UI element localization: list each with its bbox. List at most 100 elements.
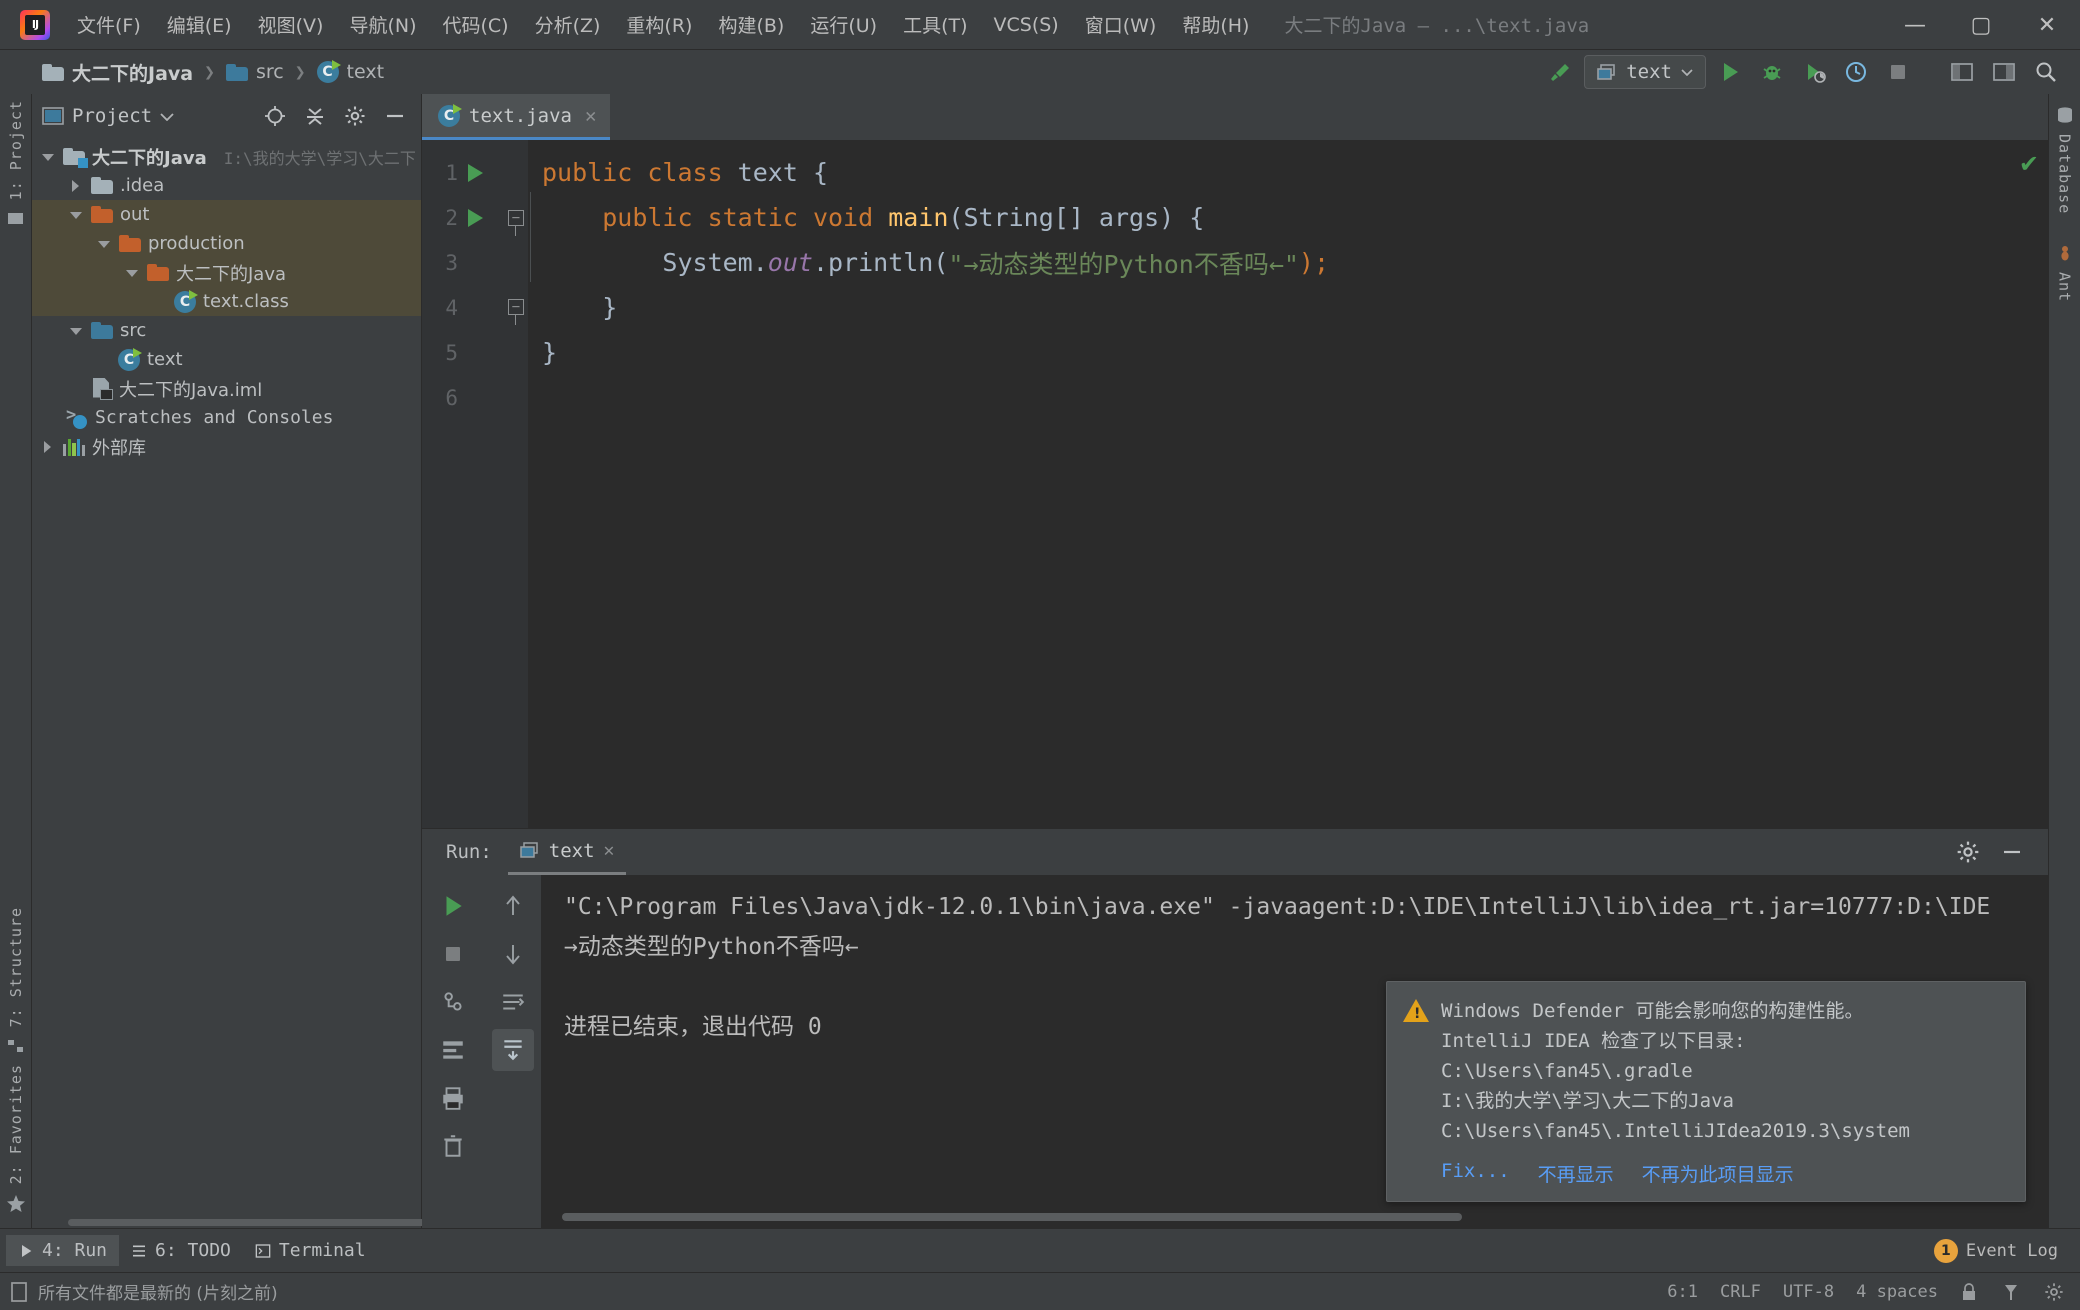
- minimize-button[interactable]: —: [1882, 0, 1948, 50]
- tree-node-project-root[interactable]: 大二下的Java I:\我的大学\学习\大二下的J: [32, 142, 421, 171]
- console-hscrollbar[interactable]: [542, 1210, 2048, 1222]
- menu-edit[interactable]: 编辑(E): [154, 5, 245, 44]
- code-lines[interactable]: public class text { public static void m…: [528, 140, 2016, 828]
- run-gutter-icon[interactable]: [468, 164, 483, 182]
- collapse-all-icon[interactable]: [299, 101, 331, 131]
- tree-node-out[interactable]: out: [32, 200, 421, 229]
- scroll-down-icon[interactable]: [492, 933, 534, 975]
- chevron-down-icon[interactable]: [124, 265, 140, 281]
- code-editor[interactable]: 1 2 − 3 4 − 5: [422, 140, 2048, 828]
- tree-node-external-libraries[interactable]: 外部库: [32, 432, 421, 461]
- preview-icon[interactable]: [1986, 55, 2022, 89]
- close-icon[interactable]: ✕: [604, 840, 615, 861]
- menu-help[interactable]: 帮助(H): [1169, 5, 1262, 44]
- restore-layout-icon[interactable]: [432, 1029, 474, 1071]
- run-with-coverage-icon[interactable]: [1796, 55, 1832, 89]
- event-log-label[interactable]: Event Log: [1966, 1241, 2058, 1261]
- close-button[interactable]: ✕: [2014, 0, 2080, 50]
- menu-file[interactable]: 文件(F): [64, 5, 154, 44]
- stop-icon[interactable]: [432, 933, 474, 975]
- dont-show-again-link[interactable]: 不再显示: [1538, 1160, 1614, 1187]
- menu-window[interactable]: 窗口(W): [1072, 5, 1170, 44]
- tree-node-idea[interactable]: .idea: [32, 171, 421, 200]
- toolwindow-todo[interactable]: 6: TODO: [119, 1235, 243, 1266]
- menu-code[interactable]: 代码(C): [429, 5, 521, 44]
- menu-run[interactable]: 运行(U): [797, 5, 890, 44]
- dump-threads-icon[interactable]: [432, 981, 474, 1023]
- breadcrumb-item-src[interactable]: src: [218, 58, 292, 86]
- menu-tools[interactable]: 工具(T): [890, 5, 980, 44]
- rerun-icon[interactable]: [432, 885, 474, 927]
- run-tab-text[interactable]: text ✕: [508, 829, 627, 875]
- toolwindow-run[interactable]: 4: Run: [6, 1235, 119, 1266]
- lock-icon[interactable]: [1960, 1282, 1980, 1302]
- tree-node-src[interactable]: src: [32, 316, 421, 345]
- debug-icon[interactable]: [1754, 55, 1790, 89]
- settings-icon[interactable]: [2044, 1282, 2064, 1302]
- settings-gear-icon[interactable]: [1952, 837, 1984, 867]
- locate-icon[interactable]: [259, 101, 291, 131]
- caret-position[interactable]: 6:1: [1667, 1282, 1698, 1302]
- chevron-down-icon[interactable]: [96, 236, 112, 252]
- file-encoding[interactable]: UTF-8: [1783, 1282, 1834, 1302]
- chevron-down-icon[interactable]: [160, 112, 174, 121]
- project-tree-hscrollbar[interactable]: [32, 1216, 421, 1228]
- print-icon[interactable]: [432, 1077, 474, 1119]
- close-icon[interactable]: ✕: [585, 105, 596, 127]
- scroll-to-end-icon[interactable]: [492, 1029, 534, 1071]
- project-tree[interactable]: 大二下的Java I:\我的大学\学习\大二下的J .idea out: [32, 138, 421, 1216]
- menu-analyze[interactable]: 分析(Z): [522, 5, 614, 44]
- inspection-status-icon[interactable]: ✔: [2019, 150, 2039, 178]
- inspection-icon[interactable]: [2002, 1282, 2022, 1302]
- layout-icon[interactable]: [1944, 55, 1980, 89]
- tab-text-java[interactable]: text.java ✕: [422, 94, 610, 140]
- breadcrumb: 大二下的Java ❯ src ❯ text: [34, 56, 392, 89]
- sidebar-item-favorites[interactable]: 2: Favorites: [7, 1064, 25, 1184]
- sidebar-item-ant[interactable]: Ant: [2056, 272, 2074, 302]
- toolwindow-terminal[interactable]: Terminal: [243, 1235, 378, 1266]
- chevron-down-icon[interactable]: [68, 323, 84, 339]
- dont-show-for-project-link[interactable]: 不再为此项目显示: [1642, 1160, 1794, 1187]
- run-gutter-icon[interactable]: [468, 209, 483, 227]
- line-separator[interactable]: CRLF: [1720, 1282, 1761, 1302]
- breadcrumb-item-text[interactable]: text: [309, 58, 393, 86]
- menu-navigate[interactable]: 导航(N): [336, 5, 429, 44]
- build-hammer-icon[interactable]: [1542, 55, 1578, 89]
- fold-close-icon[interactable]: −: [508, 299, 524, 315]
- editor-scrollbar-rail[interactable]: ✔: [2016, 140, 2048, 828]
- fix-link[interactable]: Fix...: [1441, 1160, 1510, 1187]
- tree-node-output-module[interactable]: 大二下的Java: [32, 258, 421, 287]
- hide-panel-icon[interactable]: [1996, 837, 2028, 867]
- run-configuration-selector[interactable]: text: [1584, 55, 1706, 89]
- tree-node-scratches[interactable]: Scratches and Consoles: [32, 403, 421, 432]
- breadcrumb-item-project[interactable]: 大二下的Java: [34, 56, 201, 89]
- tree-node-production[interactable]: production: [32, 229, 421, 258]
- hide-icon[interactable]: [379, 101, 411, 131]
- fold-open-icon[interactable]: −: [508, 210, 524, 226]
- sidebar-item-structure[interactable]: 7: Structure: [7, 907, 25, 1027]
- sidebar-item-project[interactable]: 1: Project: [7, 100, 25, 200]
- stop-icon[interactable]: [1880, 55, 1916, 89]
- trash-icon[interactable]: [432, 1125, 474, 1167]
- chevron-down-icon[interactable]: [40, 149, 56, 165]
- menu-view[interactable]: 视图(V): [245, 5, 337, 44]
- tree-node-text-class[interactable]: text.class: [32, 287, 421, 316]
- chevron-down-icon[interactable]: [68, 207, 84, 223]
- chevron-right-icon[interactable]: [40, 439, 56, 455]
- indent-setting[interactable]: 4 spaces: [1856, 1282, 1938, 1302]
- search-icon[interactable]: [2028, 55, 2064, 89]
- tree-node-text-java[interactable]: text: [32, 345, 421, 374]
- maximize-button[interactable]: ▢: [1948, 0, 2014, 50]
- settings-gear-icon[interactable]: [339, 101, 371, 131]
- soft-wrap-icon[interactable]: [492, 981, 534, 1023]
- profiler-icon[interactable]: [1838, 55, 1874, 89]
- menu-vcs[interactable]: VCS(S): [981, 8, 1072, 42]
- scroll-up-icon[interactable]: [492, 885, 534, 927]
- menu-refactor[interactable]: 重构(R): [613, 5, 705, 44]
- tree-node-iml[interactable]: 大二下的Java.iml: [32, 374, 421, 403]
- chevron-right-icon[interactable]: [68, 178, 84, 194]
- editor-gutter[interactable]: 1 2 − 3 4 − 5: [422, 140, 528, 828]
- sidebar-item-database[interactable]: Database: [2056, 134, 2074, 214]
- run-icon[interactable]: [1712, 55, 1748, 89]
- menu-build[interactable]: 构建(B): [705, 5, 797, 44]
